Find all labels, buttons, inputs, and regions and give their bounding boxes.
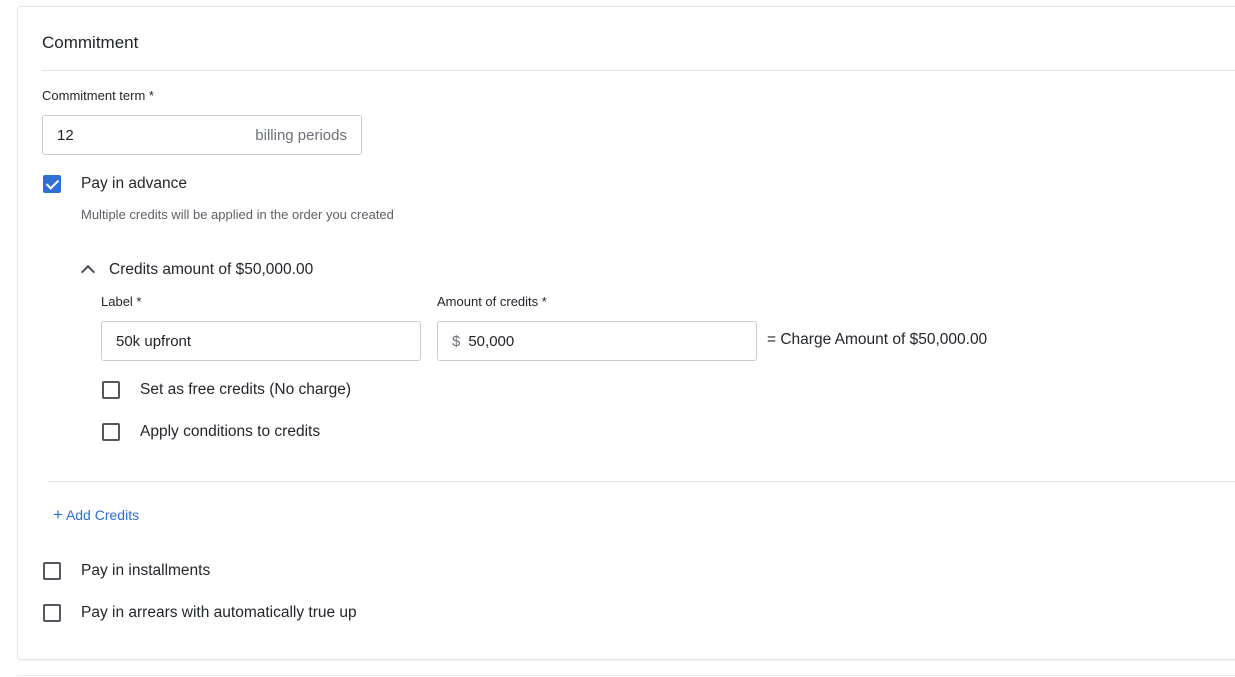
credit-label-field-label: Label *	[101, 294, 142, 309]
commitment-term-suffix: billing periods	[255, 126, 347, 144]
free-credits-checkbox[interactable]	[102, 381, 120, 399]
commitment-term-value: 12	[57, 126, 74, 144]
title-divider	[42, 70, 1235, 71]
credits-amount-heading[interactable]: Credits amount of $50,000.00	[109, 261, 313, 279]
currency-prefix: $	[452, 332, 461, 350]
section-title: Commitment	[42, 33, 139, 52]
pay-in-advance-checkbox[interactable]	[43, 175, 61, 193]
card-bottom-divider	[17, 675, 1235, 676]
plus-icon: +	[53, 505, 63, 524]
amount-of-credits-input[interactable]: $ 50,000	[437, 321, 757, 361]
apply-conditions-label[interactable]: Apply conditions to credits	[140, 423, 320, 441]
charge-amount-text: = Charge Amount of $50,000.00	[767, 331, 988, 348]
pay-in-arrears-label[interactable]: Pay in arrears with automatically true u…	[81, 604, 357, 622]
commitment-term-label: Commitment term *	[42, 88, 154, 103]
credits-divider	[48, 481, 1235, 482]
add-credits-label: Add Credits	[65, 506, 140, 523]
credit-label-value: 50k upfront	[116, 332, 192, 350]
commitment-term-input[interactable]: 12 billing periods	[42, 115, 362, 155]
pay-in-advance-help: Multiple credits will be applied in the …	[81, 207, 394, 222]
pay-in-installments-checkbox[interactable]	[43, 562, 61, 580]
amount-of-credits-value: 50,000	[468, 332, 515, 350]
apply-conditions-checkbox[interactable]	[102, 423, 120, 441]
free-credits-label[interactable]: Set as free credits (No charge)	[140, 381, 351, 399]
pay-in-advance-label[interactable]: Pay in advance	[81, 175, 187, 193]
amount-of-credits-label: Amount of credits *	[437, 294, 547, 309]
credit-label-input[interactable]: 50k upfront	[101, 321, 421, 361]
pay-in-installments-label[interactable]: Pay in installments	[81, 562, 210, 580]
add-credits-button[interactable]: + Add Credits	[53, 506, 139, 523]
pay-in-arrears-checkbox[interactable]	[43, 604, 61, 622]
